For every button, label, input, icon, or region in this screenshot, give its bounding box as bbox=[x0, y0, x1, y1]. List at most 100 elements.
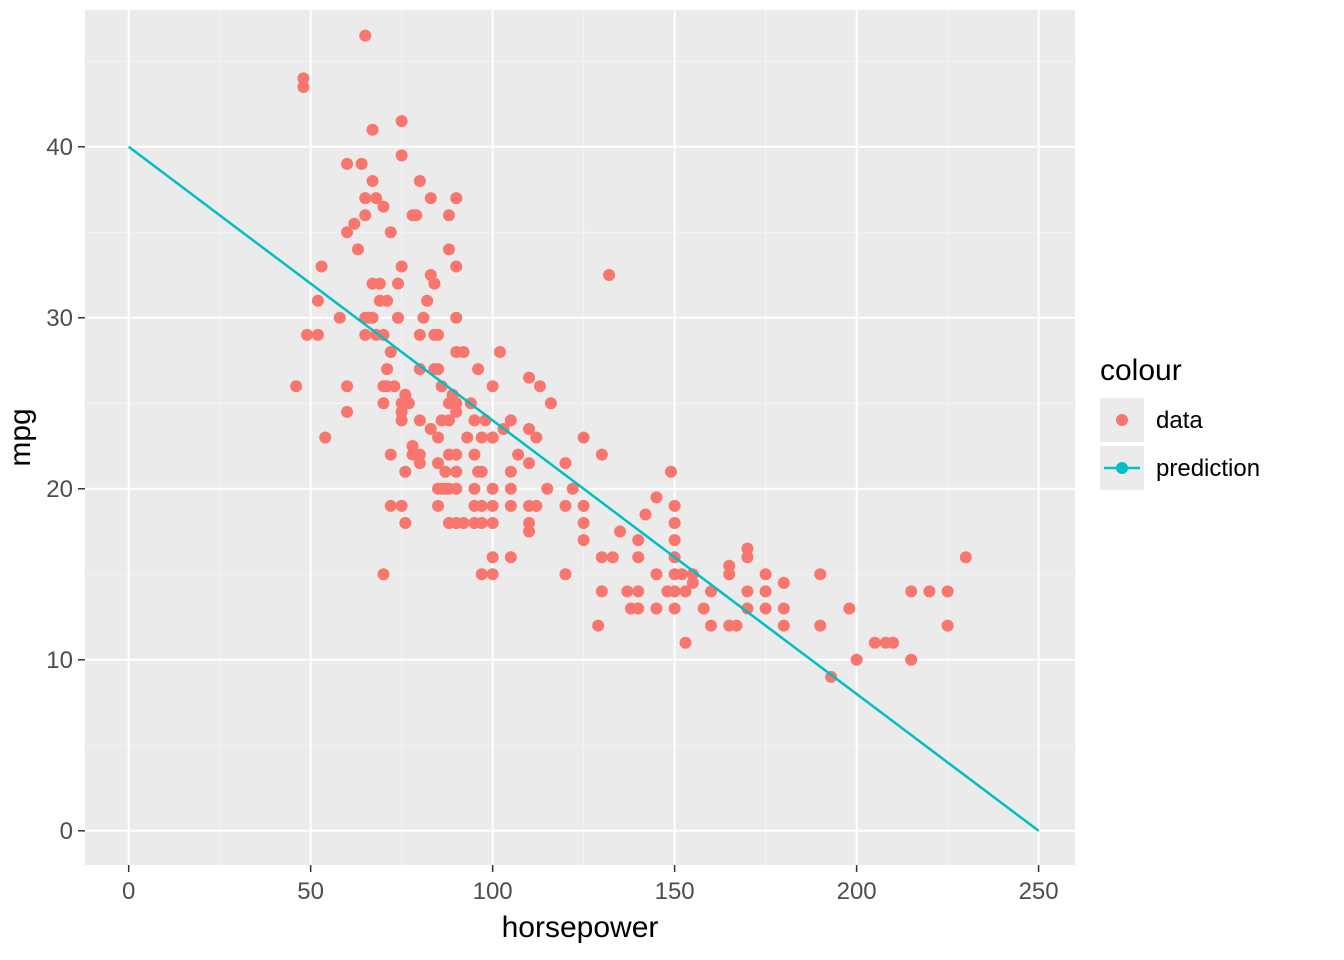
data-point bbox=[385, 500, 397, 512]
data-point bbox=[425, 192, 437, 204]
data-point bbox=[414, 414, 426, 426]
data-point bbox=[476, 466, 488, 478]
data-point bbox=[359, 209, 371, 221]
data-point bbox=[367, 124, 379, 136]
data-point bbox=[621, 585, 633, 597]
data-point bbox=[443, 243, 455, 255]
data-point bbox=[476, 500, 488, 512]
data-point bbox=[385, 449, 397, 461]
x-tick-label: 50 bbox=[297, 878, 324, 905]
data-point bbox=[461, 432, 473, 444]
data-point bbox=[960, 551, 972, 563]
data-point bbox=[381, 295, 393, 307]
data-point bbox=[432, 432, 444, 444]
data-point bbox=[778, 620, 790, 632]
data-point bbox=[559, 568, 571, 580]
data-point bbox=[596, 551, 608, 563]
x-axis-title: horsepower bbox=[502, 911, 659, 944]
data-point bbox=[334, 312, 346, 324]
data-point bbox=[432, 329, 444, 341]
data-point bbox=[468, 414, 480, 426]
data-point bbox=[578, 534, 590, 546]
data-point bbox=[414, 449, 426, 461]
x-tick-label: 100 bbox=[473, 878, 513, 905]
data-point bbox=[523, 372, 535, 384]
data-point bbox=[505, 414, 517, 426]
y-tick-label: 10 bbox=[46, 647, 73, 674]
data-point bbox=[396, 500, 408, 512]
y-axis-title: mpg bbox=[4, 408, 37, 466]
data-point bbox=[396, 115, 408, 127]
data-point bbox=[731, 620, 743, 632]
y-tick-label: 20 bbox=[46, 476, 73, 503]
data-point bbox=[741, 585, 753, 597]
chart-container: 050100150200250010203040horsepowermpgcol… bbox=[0, 0, 1344, 960]
data-point bbox=[505, 551, 517, 563]
data-point bbox=[632, 585, 644, 597]
data-point bbox=[607, 551, 619, 563]
data-point bbox=[545, 397, 557, 409]
data-point bbox=[487, 380, 499, 392]
data-point bbox=[312, 295, 324, 307]
x-tick-label: 250 bbox=[1019, 878, 1059, 905]
data-point bbox=[476, 568, 488, 580]
data-point bbox=[669, 585, 681, 597]
data-point bbox=[523, 457, 535, 469]
data-point bbox=[356, 158, 368, 170]
data-point bbox=[541, 483, 553, 495]
data-point bbox=[396, 261, 408, 273]
data-point bbox=[439, 466, 451, 478]
data-point bbox=[377, 397, 389, 409]
data-point bbox=[592, 620, 604, 632]
data-point bbox=[596, 449, 608, 461]
data-point bbox=[403, 397, 415, 409]
data-point bbox=[341, 158, 353, 170]
data-point bbox=[632, 551, 644, 563]
legend-title: colour bbox=[1100, 354, 1182, 387]
data-point bbox=[348, 218, 360, 230]
data-point bbox=[698, 603, 710, 615]
data-point bbox=[632, 603, 644, 615]
data-point bbox=[396, 149, 408, 161]
data-point bbox=[523, 517, 535, 529]
data-point bbox=[487, 432, 499, 444]
data-point bbox=[432, 363, 444, 375]
data-point bbox=[392, 278, 404, 290]
y-tick-label: 0 bbox=[60, 818, 73, 845]
data-point bbox=[505, 500, 517, 512]
data-point bbox=[760, 603, 772, 615]
legend-point-icon bbox=[1116, 414, 1128, 426]
data-point bbox=[665, 466, 677, 478]
data-point bbox=[443, 209, 455, 221]
data-point bbox=[381, 363, 393, 375]
data-point bbox=[290, 380, 302, 392]
data-point bbox=[505, 483, 517, 495]
data-point bbox=[578, 517, 590, 529]
data-point bbox=[814, 620, 826, 632]
data-point bbox=[669, 603, 681, 615]
data-point bbox=[476, 432, 488, 444]
data-point bbox=[603, 269, 615, 281]
legend-item: data bbox=[1100, 398, 1203, 442]
data-point bbox=[476, 517, 488, 529]
legend-label: prediction bbox=[1156, 455, 1260, 482]
data-point bbox=[414, 175, 426, 187]
legend-point-icon bbox=[1116, 462, 1128, 474]
data-point bbox=[741, 543, 753, 555]
data-point bbox=[399, 466, 411, 478]
data-point bbox=[352, 243, 364, 255]
data-point bbox=[450, 192, 462, 204]
data-point bbox=[385, 226, 397, 238]
data-point bbox=[559, 500, 571, 512]
data-point bbox=[388, 380, 400, 392]
x-tick-label: 200 bbox=[837, 878, 877, 905]
data-point bbox=[341, 406, 353, 418]
data-point bbox=[512, 449, 524, 461]
y-tick-label: 30 bbox=[46, 305, 73, 332]
data-point bbox=[705, 620, 717, 632]
data-point bbox=[905, 585, 917, 597]
data-point bbox=[487, 517, 499, 529]
data-point bbox=[942, 620, 954, 632]
data-point bbox=[778, 577, 790, 589]
data-point bbox=[505, 466, 517, 478]
